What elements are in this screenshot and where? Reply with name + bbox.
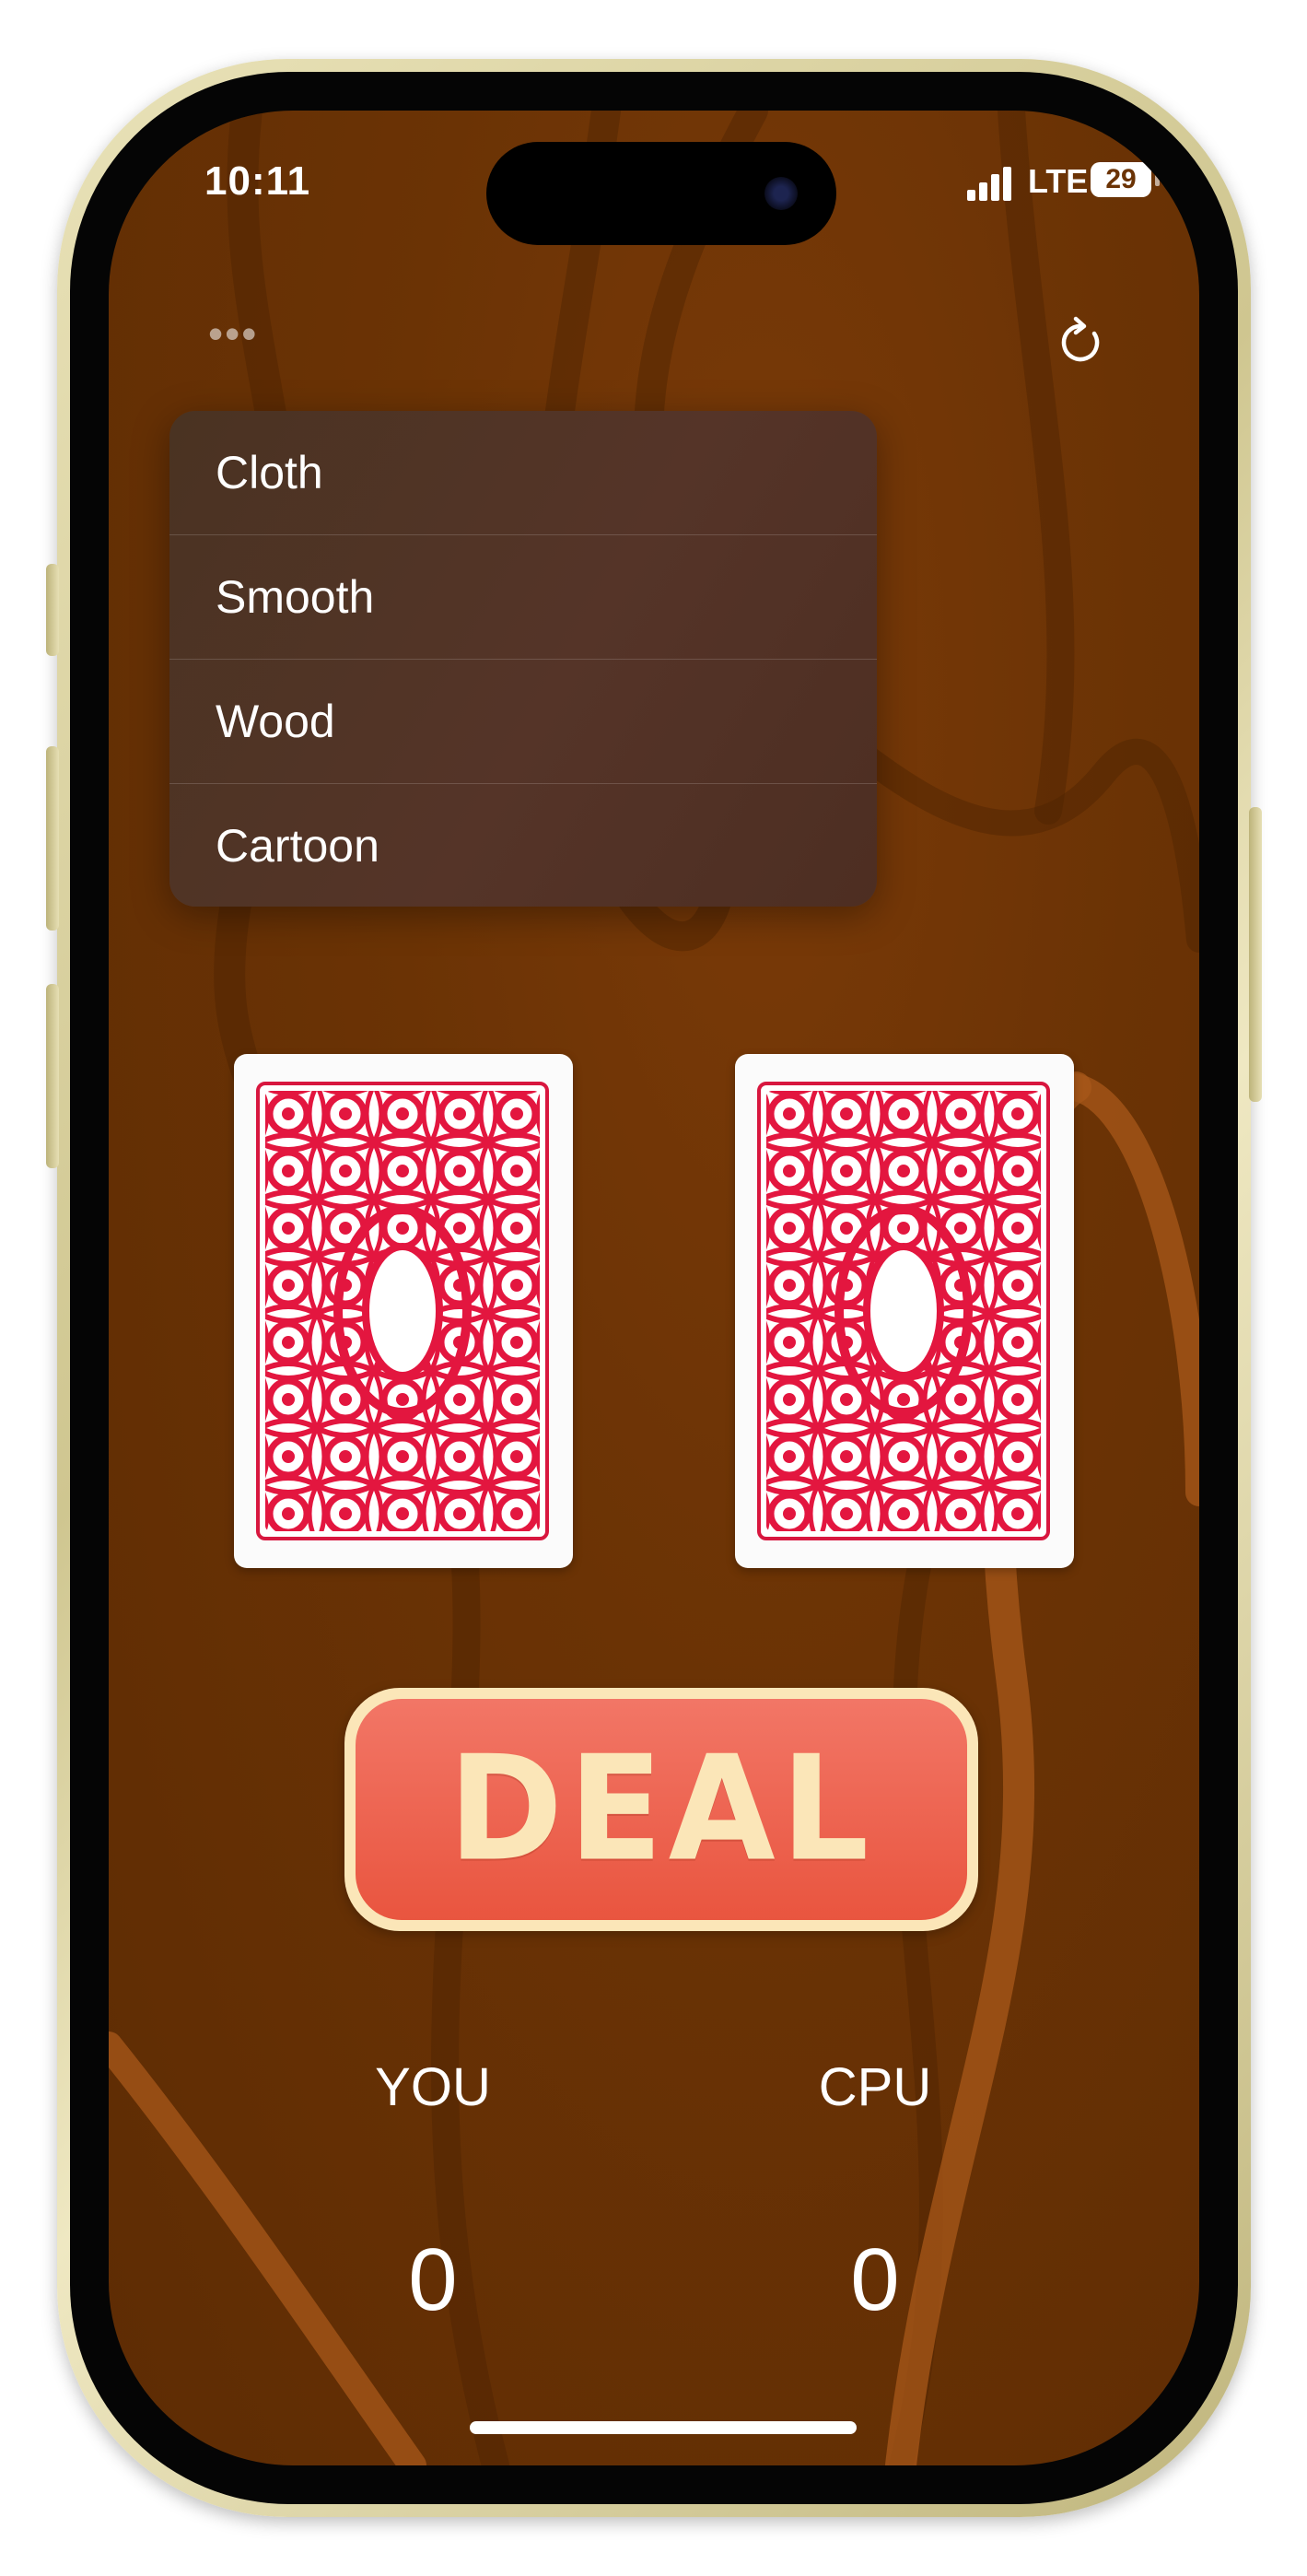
dynamic-island [486,142,836,245]
player-card [234,1054,573,1568]
volume-down-button [46,984,59,1168]
ellipsis-icon: ••• [208,310,259,357]
camera-lens-icon [764,177,798,210]
menu-item-smooth[interactable]: Smooth [169,535,877,660]
battery-icon: 29 [1091,162,1151,197]
power-button [1249,807,1262,1102]
card-back-pattern [256,1082,549,1540]
ornament-icon [265,1091,540,1531]
status-bar: 10:11 LTE 29 [109,111,1199,258]
status-time: 10:11 [204,158,311,204]
battery-tip [1155,173,1160,186]
menu-item-cloth[interactable]: Cloth [169,411,877,535]
more-options-button[interactable]: ••• [208,312,263,355]
cellular-signal-icon [967,167,1011,201]
cpu-score-label: CPU [818,2057,932,2117]
ornament-icon [766,1091,1041,1531]
home-indicator[interactable] [470,2421,857,2434]
menu-item-cartoon[interactable]: Cartoon [169,784,877,907]
network-type: LTE [1028,162,1089,200]
deal-button-label: DEAL [448,1725,875,1894]
player-score-label: YOU [375,2057,491,2117]
cpu-score-value: 0 [850,2231,900,2329]
app-screen: 10:11 LTE 29 ••• Cloth Smooth Wood Carto… [109,111,1199,2465]
deal-button-face: DEAL [356,1699,967,1920]
player-score-value: 0 [408,2231,458,2329]
menu-item-wood[interactable]: Wood [169,660,877,784]
refresh-icon[interactable] [1054,315,1109,370]
card-back-pattern [757,1082,1050,1540]
cpu-card [735,1054,1074,1568]
deal-button[interactable]: DEAL [344,1688,978,1931]
action-button [46,564,59,656]
volume-up-button [46,746,59,931]
background-style-menu: Cloth Smooth Wood Cartoon [169,411,877,907]
battery-level: 29 [1105,164,1137,194]
